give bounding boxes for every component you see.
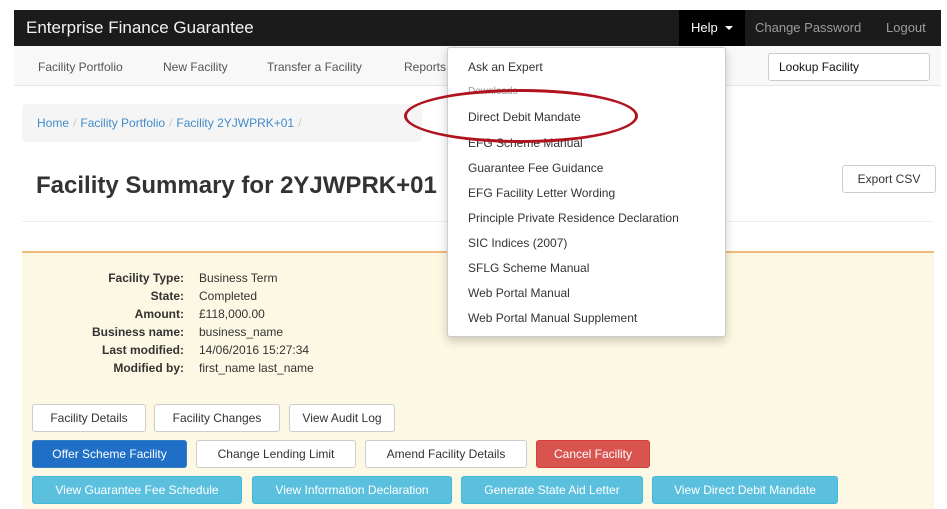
brand-title[interactable]: Enterprise Finance Guarantee bbox=[26, 18, 254, 38]
generate-state-aid-letter-button[interactable]: Generate State Aid Letter bbox=[461, 476, 643, 504]
change-password-link[interactable]: Change Password bbox=[755, 20, 861, 35]
change-lending-limit-button[interactable]: Change Lending Limit bbox=[196, 440, 356, 468]
summary-label: Amount: bbox=[134, 307, 184, 321]
menu-header-downloads: Downloads bbox=[468, 86, 518, 97]
menu-item-web-portal-manual[interactable]: Web Portal Manual bbox=[468, 286, 570, 300]
summary-label: Modified by: bbox=[113, 361, 184, 375]
page-title: Facility Summary for 2YJWPRK+01 bbox=[36, 172, 437, 199]
view-guarantee-fee-schedule-button[interactable]: View Guarantee Fee Schedule bbox=[32, 476, 242, 504]
summary-value: Completed bbox=[199, 289, 258, 303]
nav-new-facility[interactable]: New Facility bbox=[163, 60, 228, 74]
help-menu-toggle[interactable]: Help bbox=[679, 10, 745, 46]
nav-reports[interactable]: Reports bbox=[404, 60, 446, 74]
caret-down-icon bbox=[725, 26, 733, 30]
breadcrumb-separator: / bbox=[298, 116, 302, 130]
top-navbar: Enterprise Finance Guarantee Help Change… bbox=[14, 10, 941, 46]
lookup-facility-input[interactable]: Lookup Facility bbox=[768, 53, 930, 81]
menu-item-efg-scheme-manual[interactable]: EFG Scheme Manual bbox=[468, 136, 583, 150]
summary-value: £118,000.00 bbox=[199, 307, 265, 321]
logout-link[interactable]: Logout bbox=[886, 20, 926, 35]
breadcrumb: Home / Facility Portfolio / Facility 2YJWPRK… bbox=[22, 104, 422, 142]
facility-details-button[interactable]: Facility Details bbox=[32, 404, 146, 432]
breadcrumb-separator: / bbox=[169, 116, 173, 130]
summary-value: 14/06/2016 15:27:34 bbox=[199, 343, 310, 357]
summary-row: Last modified: 14/06/2016 15:27:34 bbox=[22, 343, 522, 361]
cancel-facility-button[interactable]: Cancel Facility bbox=[536, 440, 650, 468]
summary-value: Business Term bbox=[199, 271, 278, 285]
offer-scheme-facility-button[interactable]: Offer Scheme Facility bbox=[32, 440, 187, 468]
menu-item-sic-indices[interactable]: SIC Indices (2007) bbox=[468, 236, 567, 250]
view-information-declaration-button[interactable]: View Information Declaration bbox=[252, 476, 452, 504]
menu-item-direct-debit-mandate[interactable]: Direct Debit Mandate bbox=[468, 110, 581, 124]
breadcrumb-facility-portfolio[interactable]: Facility Portfolio bbox=[80, 116, 165, 130]
breadcrumb-separator: / bbox=[73, 116, 77, 130]
menu-item-ask-expert[interactable]: Ask an Expert bbox=[468, 60, 543, 74]
export-csv-button[interactable]: Export CSV bbox=[842, 165, 936, 193]
summary-label: Last modified: bbox=[101, 343, 184, 357]
view-direct-debit-mandate-button[interactable]: View Direct Debit Mandate bbox=[652, 476, 838, 504]
menu-item-facility-letter-wording[interactable]: EFG Facility Letter Wording bbox=[468, 186, 615, 200]
menu-item-sflg-scheme-manual[interactable]: SFLG Scheme Manual bbox=[468, 261, 589, 275]
summary-label: State: bbox=[150, 289, 184, 303]
summary-label: Business name: bbox=[91, 325, 184, 339]
summary-row: Modified by: first_name last_name bbox=[22, 361, 522, 379]
menu-item-private-residence-declaration[interactable]: Principle Private Residence Declaration bbox=[468, 211, 679, 225]
amend-facility-details-button[interactable]: Amend Facility Details bbox=[365, 440, 527, 468]
help-label: Help bbox=[691, 20, 718, 35]
facility-changes-button[interactable]: Facility Changes bbox=[154, 404, 280, 432]
nav-transfer-facility[interactable]: Transfer a Facility bbox=[267, 60, 362, 74]
help-dropdown-menu: Ask an Expert Downloads Direct Debit Man… bbox=[447, 47, 726, 337]
summary-value: first_name last_name bbox=[199, 361, 314, 375]
breadcrumb-facility[interactable]: Facility 2YJWPRK+01 bbox=[176, 116, 294, 130]
menu-item-guarantee-fee-guidance[interactable]: Guarantee Fee Guidance bbox=[468, 161, 603, 175]
view-audit-log-button[interactable]: View Audit Log bbox=[289, 404, 395, 432]
summary-label: Facility Type: bbox=[108, 271, 184, 285]
menu-item-web-portal-manual-supplement[interactable]: Web Portal Manual Supplement bbox=[468, 311, 637, 325]
summary-value: business_name bbox=[199, 325, 284, 339]
breadcrumb-home[interactable]: Home bbox=[37, 116, 69, 130]
nav-facility-portfolio[interactable]: Facility Portfolio bbox=[38, 60, 123, 74]
